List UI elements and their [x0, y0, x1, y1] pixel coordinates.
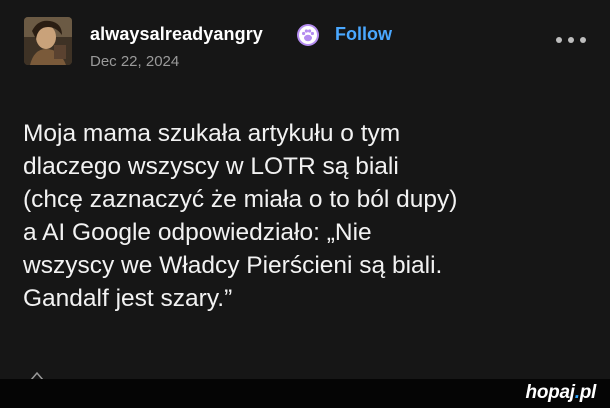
site-watermark: hopaj.pl	[525, 382, 597, 404]
avatar[interactable]	[24, 17, 72, 65]
paw-badge-icon	[296, 23, 320, 47]
follow-button[interactable]: Follow	[335, 24, 392, 45]
post-body-line: Moja mama szukała artykułu o tym	[23, 120, 401, 147]
watermark-suffix: pl	[579, 382, 597, 403]
username[interactable]: alwaysalreadyangry	[90, 24, 263, 45]
post-body-line: dlaczego wszyscy w LOTR są biali	[23, 153, 399, 180]
watermark-bar	[0, 379, 610, 408]
notes-icon[interactable]	[30, 368, 44, 381]
dot-icon	[568, 37, 574, 43]
post-date: Dec 22, 2024	[90, 53, 180, 70]
dot-icon	[556, 37, 562, 43]
avatar-image	[24, 17, 72, 65]
watermark-prefix: hopaj	[525, 382, 575, 403]
post-card: alwaysalreadyangry Follow Dec 22, 2024 M…	[0, 0, 610, 408]
more-options-icon[interactable]	[556, 34, 586, 46]
dot-icon	[580, 37, 586, 43]
post-body-line: a AI Google odpowiedziało: „Nie	[23, 219, 372, 246]
post-body-line: Gandalf jest szary.”	[23, 285, 233, 312]
post-body-line: wszyscy we Władcy Pierścieni są biali.	[23, 252, 443, 279]
post-body: Moja mama szukała artykułu o tym dlaczeg…	[23, 117, 593, 315]
post-body-line: (chcę zaznaczyć że miała o to ból dupy)	[23, 186, 458, 213]
